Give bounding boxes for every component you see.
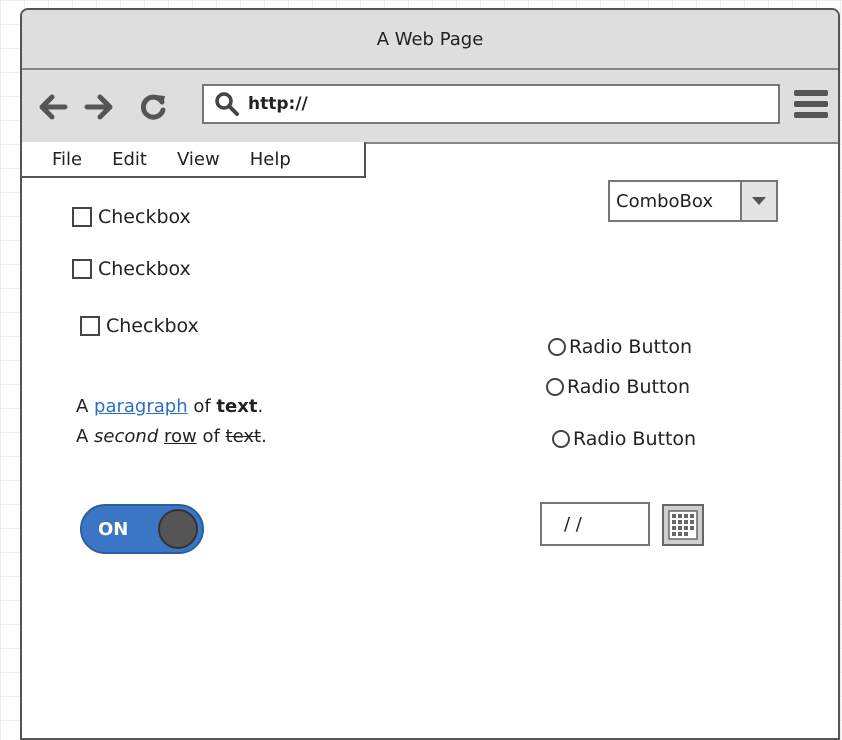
menu-item-help[interactable]: Help <box>250 149 291 170</box>
text-span: . <box>257 396 264 417</box>
radio-circle[interactable] <box>548 338 566 356</box>
menu-item-file[interactable]: File <box>52 149 82 170</box>
checkbox-3[interactable]: Checkbox <box>80 315 199 337</box>
date-input[interactable]: / / <box>540 502 650 546</box>
browser-toolbar <box>22 70 838 144</box>
bold-text: text <box>216 396 258 417</box>
checkbox-label: Checkbox <box>98 206 191 228</box>
url-input[interactable] <box>248 94 728 114</box>
checkbox-box[interactable] <box>72 259 92 279</box>
arrow-left-icon[interactable] <box>38 92 68 122</box>
underlined-text: row <box>163 426 197 447</box>
menu-item-view[interactable]: View <box>177 149 220 170</box>
text-paragraph: A paragraph of text. A second row of tex… <box>76 392 267 452</box>
combobox-arrow[interactable] <box>740 182 776 220</box>
radio-button-2[interactable]: Radio Button <box>546 376 690 398</box>
text-span: of <box>187 396 217 417</box>
radio-circle[interactable] <box>546 378 564 396</box>
browser-window: A Web Page File Edit View Help <box>20 8 840 740</box>
text-span: . <box>261 426 267 447</box>
chevron-down-icon <box>752 197 766 205</box>
calendar-icon[interactable] <box>662 504 704 546</box>
date-value: / / <box>564 513 582 535</box>
italic-text: second <box>94 426 159 447</box>
checkbox-2[interactable]: Checkbox <box>72 258 191 280</box>
window-title: A Web Page <box>376 28 484 50</box>
menu-item-edit[interactable]: Edit <box>112 149 147 170</box>
text-span: A <box>76 396 95 417</box>
toggle-knob[interactable] <box>158 509 198 549</box>
radio-button-3[interactable]: Radio Button <box>552 428 696 450</box>
strikethrough-text: text <box>225 426 262 447</box>
paragraph-link[interactable]: paragraph <box>94 396 188 417</box>
paragraph-line-2: A second row of text. <box>76 422 267 452</box>
menu-bar: File Edit View Help <box>22 142 366 178</box>
combobox[interactable]: ComboBox <box>608 180 778 222</box>
checkbox-label: Checkbox <box>98 258 191 280</box>
radio-label: Radio Button <box>569 336 693 358</box>
checkbox-label: Checkbox <box>106 315 199 337</box>
toggle-label: ON <box>98 519 129 540</box>
radio-button-1[interactable]: Radio Button <box>548 336 692 358</box>
paragraph-line-1: A paragraph of text. <box>76 392 267 422</box>
radio-label: Radio Button <box>573 428 697 450</box>
reload-icon[interactable] <box>138 92 168 122</box>
checkbox-1[interactable]: Checkbox <box>72 206 191 228</box>
url-bar[interactable] <box>202 84 780 124</box>
text-span: A <box>76 426 95 447</box>
on-off-toggle[interactable]: ON <box>80 504 204 554</box>
combobox-value: ComboBox <box>616 190 714 212</box>
text-span: of <box>196 426 226 447</box>
search-icon <box>215 92 239 116</box>
checkbox-box[interactable] <box>72 207 92 227</box>
hamburger-menu-icon[interactable] <box>794 90 828 120</box>
radio-label: Radio Button <box>567 376 691 398</box>
radio-circle[interactable] <box>552 430 570 448</box>
checkbox-box[interactable] <box>80 316 100 336</box>
title-bar: A Web Page <box>22 10 838 70</box>
arrow-right-icon[interactable] <box>84 92 114 122</box>
